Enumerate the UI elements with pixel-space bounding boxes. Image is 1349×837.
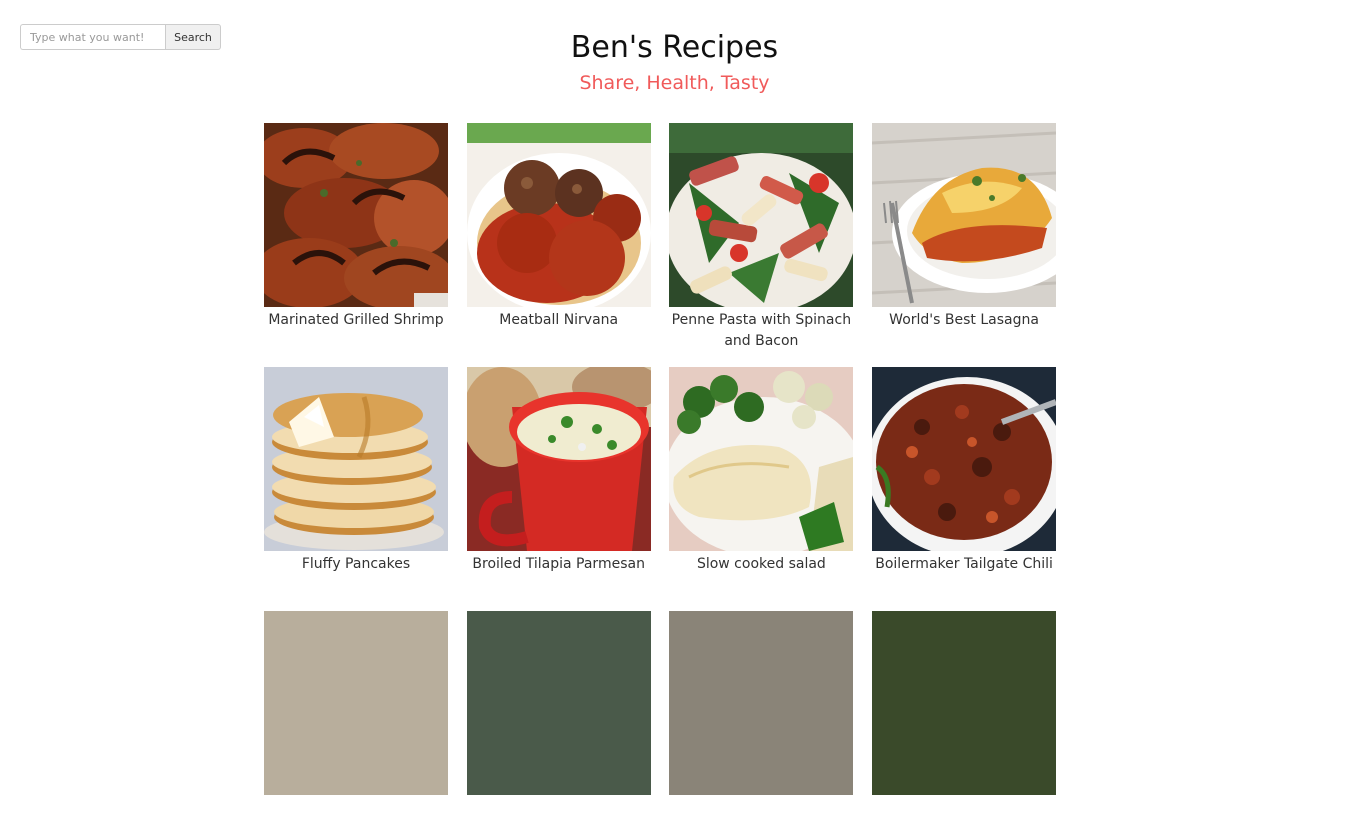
recipe-photo-grilled-shrimp[interactable] [264,123,448,307]
recipe-photo-tilapia-parmesan[interactable] [466,367,651,551]
recipe-photo-meatball-nirvana[interactable] [466,123,651,307]
page-title: Ben's Recipes [570,30,779,65]
recipe-card-tailgate-chili[interactable]: Boilermaker Tailgate Chili [872,367,1057,593]
recipe-photo-partial[interactable] [264,611,448,795]
recipe-photo-partial[interactable] [466,611,651,795]
recipe-photo-tailgate-chili[interactable] [872,367,1057,551]
page-tagline: Share, Health, Tasty [579,72,770,94]
recipe-card-fluffy-pancakes[interactable]: Fluffy Pancakes [264,367,448,593]
recipe-title[interactable]: World's Best Lasagna [872,310,1056,331]
recipe-card-partial[interactable] [466,611,651,837]
recipe-grid: Marinated Grilled Shrimp Meatball Nirvan… [264,123,1064,837]
recipe-photo-partial[interactable] [669,611,854,795]
recipe-photo-slow-cooked-salad[interactable] [669,367,854,551]
recipe-card-partial[interactable] [872,611,1057,837]
recipe-card-partial[interactable] [669,611,854,837]
recipe-card-partial[interactable] [264,611,448,837]
site-header: Ben's Recipes Share, Health, Tasty [0,28,1349,96]
recipe-card-grilled-shrimp[interactable]: Marinated Grilled Shrimp [264,123,448,349]
recipe-photo-best-lasagna[interactable] [872,123,1057,307]
recipe-photo-partial[interactable] [872,611,1057,795]
recipe-card-meatball-nirvana[interactable]: Meatball Nirvana [466,123,651,349]
recipe-title[interactable]: Slow cooked salad [669,554,853,575]
recipe-title[interactable]: Broiled Tilapia Parmesan [467,554,651,575]
recipe-title[interactable]: Marinated Grilled Shrimp [264,310,448,331]
recipe-photo-fluffy-pancakes[interactable] [264,367,448,551]
recipe-title[interactable]: Boilermaker Tailgate Chili [872,554,1056,575]
recipe-title[interactable]: Penne Pasta with Spinach and Bacon [669,310,853,352]
recipe-card-slow-cooked-salad[interactable]: Slow cooked salad [669,367,854,593]
recipe-card-tilapia-parmesan[interactable]: Broiled Tilapia Parmesan [466,367,651,593]
recipe-photo-penne-pasta[interactable] [669,123,854,307]
recipe-title[interactable]: Meatball Nirvana [467,310,651,331]
recipe-card-penne-pasta[interactable]: Penne Pasta with Spinach and Bacon [669,123,854,352]
recipe-card-best-lasagna[interactable]: World's Best Lasagna [872,123,1057,349]
recipe-title[interactable]: Fluffy Pancakes [264,554,448,575]
